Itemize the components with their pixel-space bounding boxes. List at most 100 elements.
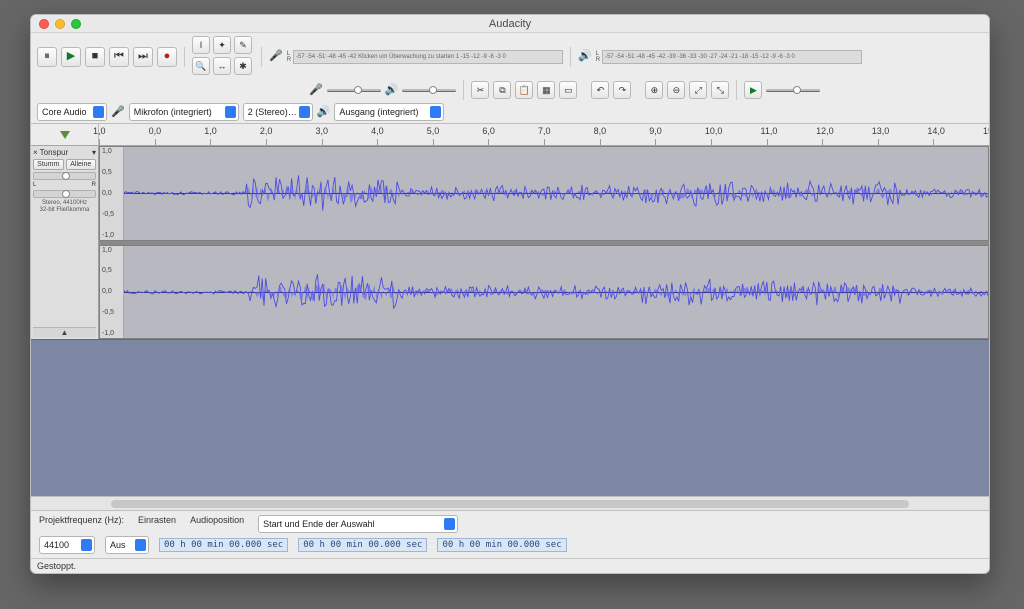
zoom-out-button[interactable]: ⊖ (667, 81, 685, 99)
pause-button[interactable]: ⏸ (37, 47, 57, 67)
mic-icon: 🎤 (269, 51, 283, 62)
trim-icon: ▦ (542, 85, 551, 96)
channels-select[interactable]: 2 (Stereo)… (243, 103, 313, 121)
silence-icon: ▭ (564, 85, 573, 96)
recording-volume-slider[interactable] (327, 89, 381, 92)
stop-button[interactable]: ■ (85, 47, 105, 67)
copy-button[interactable]: ⧉ (493, 81, 511, 99)
track-collapse-button[interactable]: ▲ (33, 327, 96, 337)
copy-icon: ⧉ (499, 85, 505, 96)
ibeam-icon: I (200, 40, 203, 50)
snap-select[interactable]: Aus (105, 536, 149, 554)
waveform-right[interactable] (124, 246, 988, 339)
zoom-in-button[interactable]: ⊕ (645, 81, 663, 99)
envelope-icon: ✦ (218, 40, 226, 51)
channel-right[interactable]: 1,00,50,0-0,5-1,0 (99, 245, 989, 340)
record-button[interactable]: ● (157, 47, 177, 67)
paste-button[interactable]: 📋 (515, 81, 533, 99)
track-close-button[interactable]: × (33, 148, 38, 157)
mute-button[interactable]: Stumm (33, 159, 64, 170)
play-at-speed-button[interactable]: ▶ (744, 81, 762, 99)
selection-tool[interactable]: I (192, 36, 210, 54)
recording-device-select[interactable]: Mikrofon (integriert) (129, 103, 239, 121)
zoom-sel-button[interactable]: ⤢ (689, 81, 707, 99)
speaker-icon: 🔊 (578, 51, 592, 62)
stop-icon: ■ (92, 51, 99, 62)
paste-icon: 📋 (519, 85, 530, 96)
zoom-tool[interactable]: 🔍 (192, 57, 210, 75)
mic-device-icon: 🎤 (111, 107, 125, 118)
waveform-left[interactable] (124, 147, 988, 240)
play-speed-slider[interactable] (766, 89, 820, 92)
zoom-fit-button[interactable]: ⤡ (711, 81, 729, 99)
redo-icon: ↷ (619, 85, 627, 96)
selection-toolbar: Projektfrequenz (Hz): Einrasten Audiopos… (31, 510, 989, 558)
app-window: Audacity ⏸ ▶ ■ ⏮ ⏭ ● I ✦ ✎ 🔍 ↔ ✱ 🎤 (30, 14, 990, 574)
pause-icon: ⏸ (44, 51, 50, 62)
trim-button[interactable]: ▦ (537, 81, 555, 99)
project-rate-label: Projektfrequenz (Hz): (39, 515, 124, 533)
cut-button[interactable]: ✂ (471, 81, 489, 99)
draw-tool[interactable]: ✎ (234, 36, 252, 54)
zoom-sel-icon: ⤢ (695, 85, 702, 96)
selection-end-display[interactable]: 00 h 00 min 00.000 sec (437, 538, 566, 552)
speaker-device-icon: 🔊 (317, 107, 331, 118)
pin-icon (60, 131, 70, 139)
speaker-slider-icon: 🔊 (385, 85, 399, 96)
pencil-icon: ✎ (239, 40, 247, 51)
zoom-fit-icon: ⤡ (717, 85, 724, 96)
play-button[interactable]: ▶ (61, 47, 81, 67)
play-at-icon: ▶ (750, 85, 757, 96)
audio-position-display[interactable]: 00 h 00 min 00.000 sec (159, 538, 288, 552)
record-icon: ● (164, 51, 171, 62)
undo-icon: ↶ (597, 85, 605, 96)
waveform-area[interactable]: 1,00,50,0-0,5-1,0 1,00,50,0-0,5-1,0 (99, 146, 989, 339)
window-title: Audacity (31, 18, 989, 30)
skip-start-button[interactable]: ⏮ (109, 47, 129, 67)
gain-slider[interactable] (33, 172, 96, 180)
amplitude-scale-right: 1,00,50,0-0,5-1,0 (100, 246, 124, 339)
multi-icon: ✱ (239, 61, 247, 72)
solo-button[interactable]: Alleine (66, 159, 97, 170)
envelope-tool[interactable]: ✦ (213, 36, 231, 54)
amplitude-scale-left: 1,00,50,0-0,5-1,0 (100, 147, 124, 240)
audio-host-select[interactable]: Core Audio (37, 103, 107, 121)
status-bar: Gestoppt. (31, 558, 989, 573)
playback-meter[interactable]: L R -57 -54 -51 -48 -45 -42 -39 -36 -33 … (596, 48, 862, 66)
titlebar: Audacity (31, 15, 989, 33)
mic-slider-icon: 🎤 (309, 85, 323, 96)
timeshift-tool[interactable]: ↔ (213, 57, 231, 75)
horizontal-scrollbar[interactable] (31, 496, 989, 510)
track-info: Stereo, 44100Hz 32-bit Fließkomma (33, 200, 96, 213)
zoom-out-icon: ⊖ (673, 85, 681, 96)
multi-tool[interactable]: ✱ (234, 57, 252, 75)
skip-start-icon: ⏮ (114, 51, 124, 62)
channel-left[interactable]: 1,00,50,0-0,5-1,0 (99, 146, 989, 241)
recording-meter[interactable]: L R -57 -54 -51 -48 -45 -42 Klicken um Ü… (287, 48, 563, 66)
playback-volume-slider[interactable] (402, 89, 456, 92)
toolbar-area: ⏸ ▶ ■ ⏮ ⏭ ● I ✦ ✎ 🔍 ↔ ✱ 🎤 L R -57 -54 -5… (31, 33, 989, 124)
magnifier-icon: 🔍 (195, 61, 206, 72)
track-control-panel: × Tonspur ▾ Stumm Alleine LR Stereo, 441… (31, 146, 99, 339)
playback-device-select[interactable]: Ausgang (integriert) (334, 103, 444, 121)
scissors-icon: ✂ (477, 85, 485, 96)
selection-start-display[interactable]: 00 h 00 min 00.000 sec (298, 538, 427, 552)
undo-button[interactable]: ↶ (591, 81, 609, 99)
skip-end-icon: ⏭ (138, 51, 148, 62)
ruler-pin[interactable] (31, 124, 99, 145)
timeline-ruler[interactable]: 1,00,01,02,03,04,05,06,07,08,09,010,011,… (31, 124, 989, 146)
track-menu-button[interactable]: ▾ (92, 148, 96, 157)
audio-track: × Tonspur ▾ Stumm Alleine LR Stereo, 441… (31, 146, 989, 340)
audio-position-label: Audioposition (190, 515, 244, 533)
snap-label: Einrasten (138, 515, 176, 533)
track-area: × Tonspur ▾ Stumm Alleine LR Stereo, 441… (31, 146, 989, 496)
pan-slider[interactable] (33, 190, 96, 198)
track-name: Tonspur (40, 148, 90, 157)
skip-end-button[interactable]: ⏭ (133, 47, 153, 67)
project-rate-select[interactable]: 44100 (39, 536, 95, 554)
redo-button[interactable]: ↷ (613, 81, 631, 99)
play-icon: ▶ (67, 51, 75, 62)
selection-mode-select[interactable]: Start und Ende der Auswahl (258, 515, 458, 533)
silence-button[interactable]: ▭ (559, 81, 577, 99)
timeshift-icon: ↔ (218, 61, 227, 71)
